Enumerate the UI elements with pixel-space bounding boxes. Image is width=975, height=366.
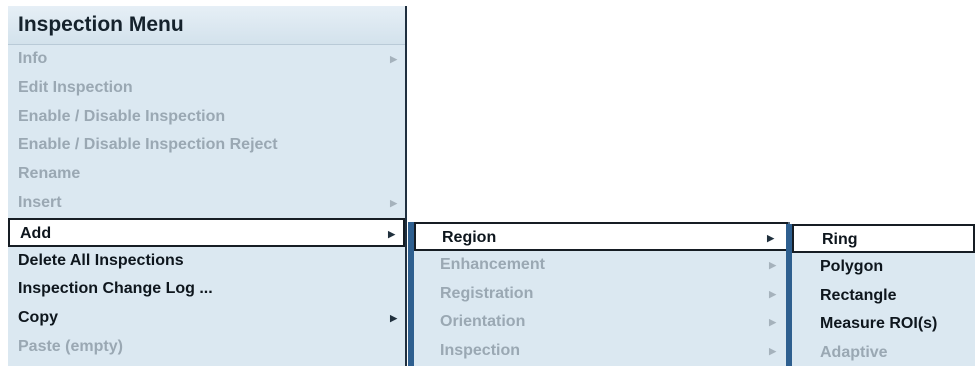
submenu-item-registration[interactable]: Registration ▶ bbox=[414, 280, 788, 309]
submenu-item-rectangle[interactable]: Rectangle bbox=[792, 282, 975, 311]
submenu-item-orientation[interactable]: Orientation ▶ bbox=[414, 308, 788, 337]
menu-item-label: Enable / Disable Inspection Reject bbox=[18, 136, 278, 154]
menu-item-label: Registration bbox=[440, 284, 534, 302]
arrow-right-icon: ▶ bbox=[767, 233, 774, 243]
menu-item-label: Adaptive bbox=[820, 344, 888, 362]
menu-item-label: Enhancement bbox=[440, 255, 545, 273]
menu-item-copy[interactable]: Copy ▶ bbox=[8, 304, 405, 333]
add-submenu: Region ▶ Enhancement ▶ Registration ▶ Or… bbox=[408, 222, 790, 366]
submenu-item-measure-rois[interactable]: Measure ROI(s) bbox=[792, 310, 975, 339]
arrow-right-icon: ▶ bbox=[390, 54, 397, 64]
submenu-item-enhancement[interactable]: Enhancement ▶ bbox=[414, 251, 788, 280]
menu-item-edit-inspection[interactable]: Edit Inspection bbox=[8, 74, 405, 103]
menu-item-delete-all-inspections[interactable]: Delete All Inspections bbox=[8, 247, 405, 276]
menu-item-label: Rectangle bbox=[820, 286, 897, 304]
menu-item-enable-disable-inspection-reject[interactable]: Enable / Disable Inspection Reject bbox=[8, 131, 405, 160]
submenu-item-region[interactable]: Region ▶ bbox=[414, 222, 788, 251]
arrow-right-icon: ▶ bbox=[769, 346, 776, 357]
menu-item-insert[interactable]: Insert ▶ bbox=[8, 189, 405, 218]
arrow-right-icon: ▶ bbox=[390, 313, 397, 324]
inspection-menu: Inspection Menu Info ▶ Edit Inspection E… bbox=[8, 6, 407, 366]
region-submenu: Ring Polygon Rectangle Measure ROI(s) Ad… bbox=[786, 224, 975, 366]
menu-item-label: Info bbox=[18, 50, 48, 67]
menu-item-label: Enable / Disable Inspection bbox=[18, 107, 226, 125]
menu-title: Inspection Menu bbox=[8, 6, 405, 45]
arrow-right-icon: ▶ bbox=[769, 288, 776, 299]
menu-item-paste[interactable]: Paste (empty) bbox=[8, 333, 405, 362]
menu-item-label: Insert bbox=[18, 193, 62, 211]
menu-item-label: Polygon bbox=[820, 257, 884, 275]
menu-item-label: Rename bbox=[18, 165, 81, 183]
menu-item-enable-disable-inspection[interactable]: Enable / Disable Inspection bbox=[8, 103, 405, 132]
menu-item-label: Copy bbox=[18, 309, 58, 327]
submenu-item-ring[interactable]: Ring bbox=[792, 224, 975, 253]
menu-item-label: Region bbox=[442, 229, 497, 246]
menu-item-label: Inspection bbox=[440, 342, 521, 360]
submenu-item-inspection[interactable]: Inspection ▶ bbox=[414, 337, 788, 366]
menu-item-label: Orientation bbox=[440, 313, 526, 331]
submenu-item-adaptive[interactable]: Adaptive bbox=[792, 339, 975, 366]
menu-item-label: Edit Inspection bbox=[18, 78, 133, 96]
menu-item-inspection-change-log[interactable]: Inspection Change Log ... bbox=[8, 275, 405, 304]
arrow-right-icon: ▶ bbox=[388, 228, 395, 239]
menu-item-label: Paste (empty) bbox=[18, 337, 123, 355]
menu-item-rename[interactable]: Rename bbox=[8, 160, 405, 189]
menu-item-label: Measure ROI(s) bbox=[820, 315, 938, 333]
menu-item-label: Ring bbox=[822, 231, 858, 248]
arrow-right-icon: ▶ bbox=[769, 259, 776, 270]
submenu-item-polygon[interactable]: Polygon bbox=[792, 253, 975, 282]
menu-item-label: Delete All Inspections bbox=[18, 251, 184, 269]
menu-item-label: Add bbox=[20, 224, 52, 242]
arrow-right-icon: ▶ bbox=[390, 197, 397, 208]
menu-item-label: Inspection Change Log ... bbox=[18, 280, 213, 298]
menu-item-info[interactable]: Info ▶ bbox=[8, 45, 405, 74]
menu-item-add[interactable]: Add ▶ bbox=[8, 217, 405, 247]
arrow-right-icon: ▶ bbox=[769, 317, 776, 328]
